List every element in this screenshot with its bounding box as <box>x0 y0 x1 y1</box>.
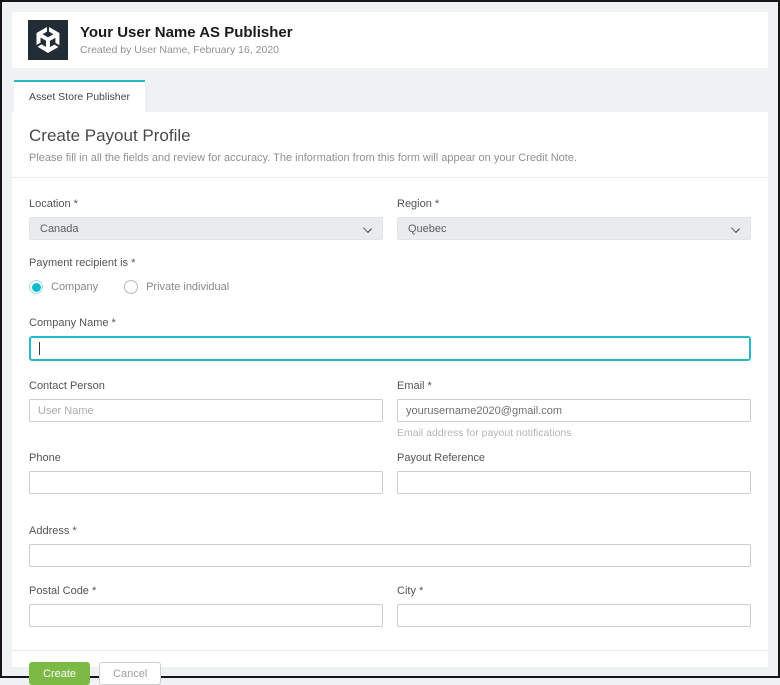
radio-company[interactable]: Company <box>29 280 98 294</box>
company-name-label: Company Name * <box>29 317 751 329</box>
phone-label: Phone <box>29 452 383 464</box>
cancel-button[interactable]: Cancel <box>99 662 161 685</box>
unity-logo-icon <box>28 20 68 60</box>
address-input[interactable] <box>29 544 751 567</box>
radio-unselected-icon[interactable] <box>124 280 138 294</box>
payout-reference-input[interactable] <box>397 471 751 494</box>
radio-private-individual[interactable]: Private individual <box>124 280 229 294</box>
email-input[interactable] <box>397 399 751 422</box>
text-cursor <box>39 342 40 355</box>
region-selected-value: Quebec <box>408 223 447 235</box>
page-description: Please fill in all the fields and review… <box>29 152 751 164</box>
form-footer: Create Cancel <box>12 650 768 685</box>
tab-bar: Asset Store Publisher <box>14 80 768 112</box>
email-label: Email * <box>397 380 751 392</box>
radio-private-individual-label: Private individual <box>146 281 229 293</box>
region-select[interactable]: Quebec <box>397 217 751 240</box>
tab-asset-store-publisher[interactable]: Asset Store Publisher <box>14 80 145 112</box>
unity-logo-icon <box>35 27 61 53</box>
publisher-header: Your User Name AS Publisher Created by U… <box>12 12 768 68</box>
city-input[interactable] <box>397 604 751 627</box>
phone-input[interactable] <box>29 471 383 494</box>
location-selected-value: Canada <box>40 223 79 235</box>
contact-person-label: Contact Person <box>29 380 383 392</box>
page-title: Create Payout Profile <box>29 126 751 146</box>
chevron-down-icon <box>731 224 740 233</box>
location-label: Location * <box>29 198 383 210</box>
payout-form: Location * Canada Region * Quebec Paymen… <box>29 178 751 685</box>
chevron-down-icon <box>363 224 372 233</box>
postal-code-input[interactable] <box>29 604 383 627</box>
payment-recipient-label: Payment recipient is * <box>29 257 751 269</box>
create-button[interactable]: Create <box>29 662 90 685</box>
location-select[interactable]: Canada <box>29 217 383 240</box>
publisher-title: Your User Name AS Publisher <box>80 24 293 42</box>
payment-recipient-radio-group: Company Private individual <box>29 280 751 294</box>
payout-profile-panel: Create Payout Profile Please fill in all… <box>12 112 768 667</box>
postal-code-label: Postal Code * <box>29 585 383 597</box>
email-helper-text: Email address for payout notifications <box>397 427 751 439</box>
radio-selected-icon[interactable] <box>29 280 43 294</box>
publisher-subtitle: Created by User Name, February 16, 2020 <box>80 44 293 56</box>
contact-person-input[interactable] <box>29 399 383 422</box>
region-label: Region * <box>397 198 751 210</box>
company-name-input[interactable] <box>29 336 751 361</box>
payout-reference-label: Payout Reference <box>397 452 751 464</box>
address-label: Address * <box>29 525 751 537</box>
radio-company-label: Company <box>51 281 98 293</box>
city-label: City * <box>397 585 751 597</box>
